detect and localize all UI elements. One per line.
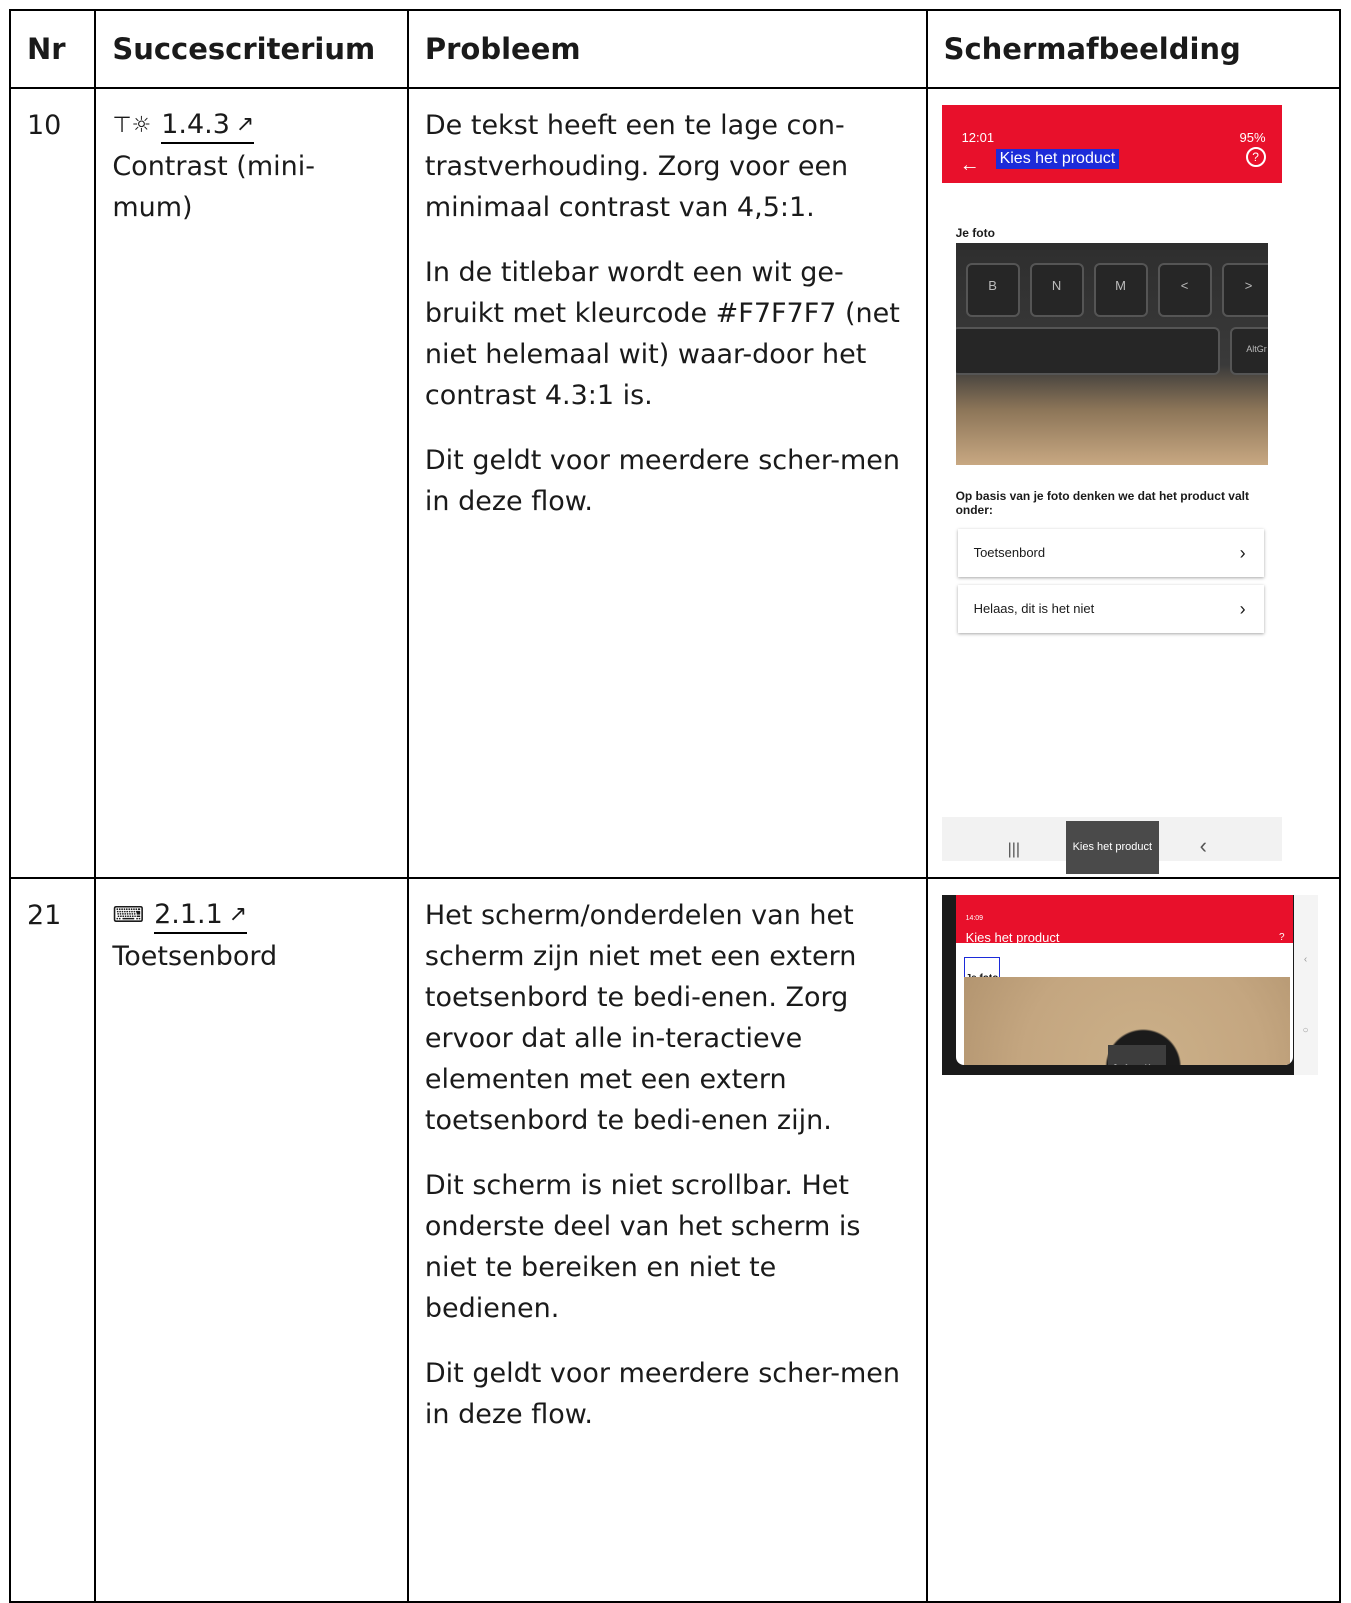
- criterion-name: Toetsenbord: [112, 941, 278, 972]
- chevron-right-icon: ›: [1239, 543, 1246, 563]
- screen-title: Kies het product: [965, 930, 1060, 945]
- table-row: 21 ⌨ 2.1.1 ↗ Toetsenbord Het scherm/onde…: [8, 877, 1342, 1603]
- problem-paragraph: Dit scherm is niet scrollbar. Het onders…: [424, 1170, 861, 1324]
- screenshot-cell: 12:01 95% ← Kies het product ? Je foto B…: [925, 87, 1342, 879]
- problem-paragraph: Dit geldt voor meerdere scher-men in dez…: [424, 445, 900, 517]
- row-number: 10: [8, 87, 97, 879]
- header-screenshot: Schermafbeelding: [925, 9, 1342, 89]
- problem-paragraph: Dit geldt voor meerdere scher-men in dez…: [424, 1358, 900, 1430]
- problem-paragraph: De tekst heeft een te lage con-trastverh…: [424, 110, 849, 223]
- home-icon: ○: [1302, 1025, 1309, 1036]
- external-link-icon: ↗: [235, 111, 255, 137]
- nav-back-icon: ‹: [1199, 833, 1207, 858]
- criterion-code: 1.4.3: [161, 108, 230, 140]
- success-criterion-cell: ⌨ 2.1.1 ↗ Toetsenbord: [94, 877, 409, 1603]
- key: N: [1029, 263, 1084, 317]
- key: M: [1093, 263, 1148, 317]
- screenshot-image: 14:09 Kies het product ? Je foto Je foto…: [941, 895, 1318, 1075]
- header-criterion: Succescriterium: [94, 9, 409, 89]
- option-label: Toetsenbord: [973, 545, 1046, 560]
- key: AltGr: [1229, 327, 1268, 375]
- header-nr: Nr: [8, 9, 97, 89]
- title-bar: 14:09 Kies het product ?: [955, 895, 1293, 945]
- recent-apps-icon: |||: [1007, 841, 1021, 858]
- nav-back-icon: ‹: [1303, 954, 1308, 965]
- problem-cell: De tekst heeft een te lage con-trastverh…: [406, 87, 928, 879]
- talkback-toast: Je foto, Kop: [1107, 1045, 1166, 1065]
- criterion-link[interactable]: 2.1.1 ↗: [154, 898, 248, 934]
- success-criterion-cell: ⊤☼ 1.4.3 ↗ Contrast (mini-mum): [94, 87, 409, 879]
- header-row: Nr Succescriterium Probleem Schermafbeel…: [8, 9, 1342, 89]
- option-button[interactable]: Toetsenbord ›: [957, 529, 1264, 577]
- screenshot-image: 12:01 95% ← Kies het product ? Je foto B…: [941, 105, 1282, 874]
- back-arrow-icon: ←: [959, 154, 980, 176]
- criterion-code: 2.1.1: [154, 898, 223, 930]
- problem-cell: Het scherm/onderdelen van het scherm zij…: [406, 877, 928, 1603]
- spacebar-key: [955, 327, 1220, 375]
- key: >: [1221, 263, 1268, 317]
- help-icon: ?: [1245, 147, 1266, 167]
- help-icon: ?: [1279, 932, 1285, 943]
- option-label: Helaas, dit is het niet: [973, 601, 1095, 616]
- title-bar: 12:01 95% ← Kies het product ?: [941, 105, 1282, 183]
- table-row: 10 ⊤☼ 1.4.3 ↗ Contrast (mini-mum) De tek…: [8, 87, 1342, 879]
- header-problem: Probleem: [406, 9, 928, 89]
- findings-table: Nr Succescriterium Probleem Schermafbeel…: [8, 9, 1342, 1603]
- problem-paragraph: Het scherm/onderdelen van het scherm zij…: [424, 900, 857, 1136]
- contrast-icon: ⊤☼: [112, 113, 152, 138]
- criterion-name: Contrast (mini-mum): [112, 151, 315, 223]
- app-screen: 14:09 Kies het product ? Je foto Je foto…: [955, 895, 1293, 1065]
- result-question: Op basis van je foto denken we dat het p…: [955, 489, 1249, 517]
- row-number: 21: [8, 877, 97, 1603]
- chevron-right-icon: ›: [1239, 599, 1246, 619]
- criterion-link[interactable]: 1.4.3 ↗: [161, 108, 255, 144]
- external-link-icon: ↗: [228, 901, 248, 927]
- navigation-bar: ||| Kies het product ‹: [941, 817, 1282, 874]
- problem-paragraph: In de titlebar wordt een wit ge-bruikt m…: [424, 257, 900, 411]
- screen-title: Kies het product: [995, 149, 1120, 169]
- screenshot-cell: 14:09 Kies het product ? Je foto Je foto…: [925, 877, 1342, 1603]
- keyboard-icon: ⌨: [112, 903, 145, 928]
- talkback-toast: Kies het product: [1065, 821, 1160, 874]
- navigation-bar: ‹ ○ |||: [1293, 895, 1318, 1075]
- option-button[interactable]: Helaas, dit is het niet ›: [957, 585, 1264, 633]
- key: <: [1157, 263, 1212, 317]
- key: B: [965, 263, 1020, 317]
- keyboard-photo: B N M < > AltGr: [955, 243, 1268, 465]
